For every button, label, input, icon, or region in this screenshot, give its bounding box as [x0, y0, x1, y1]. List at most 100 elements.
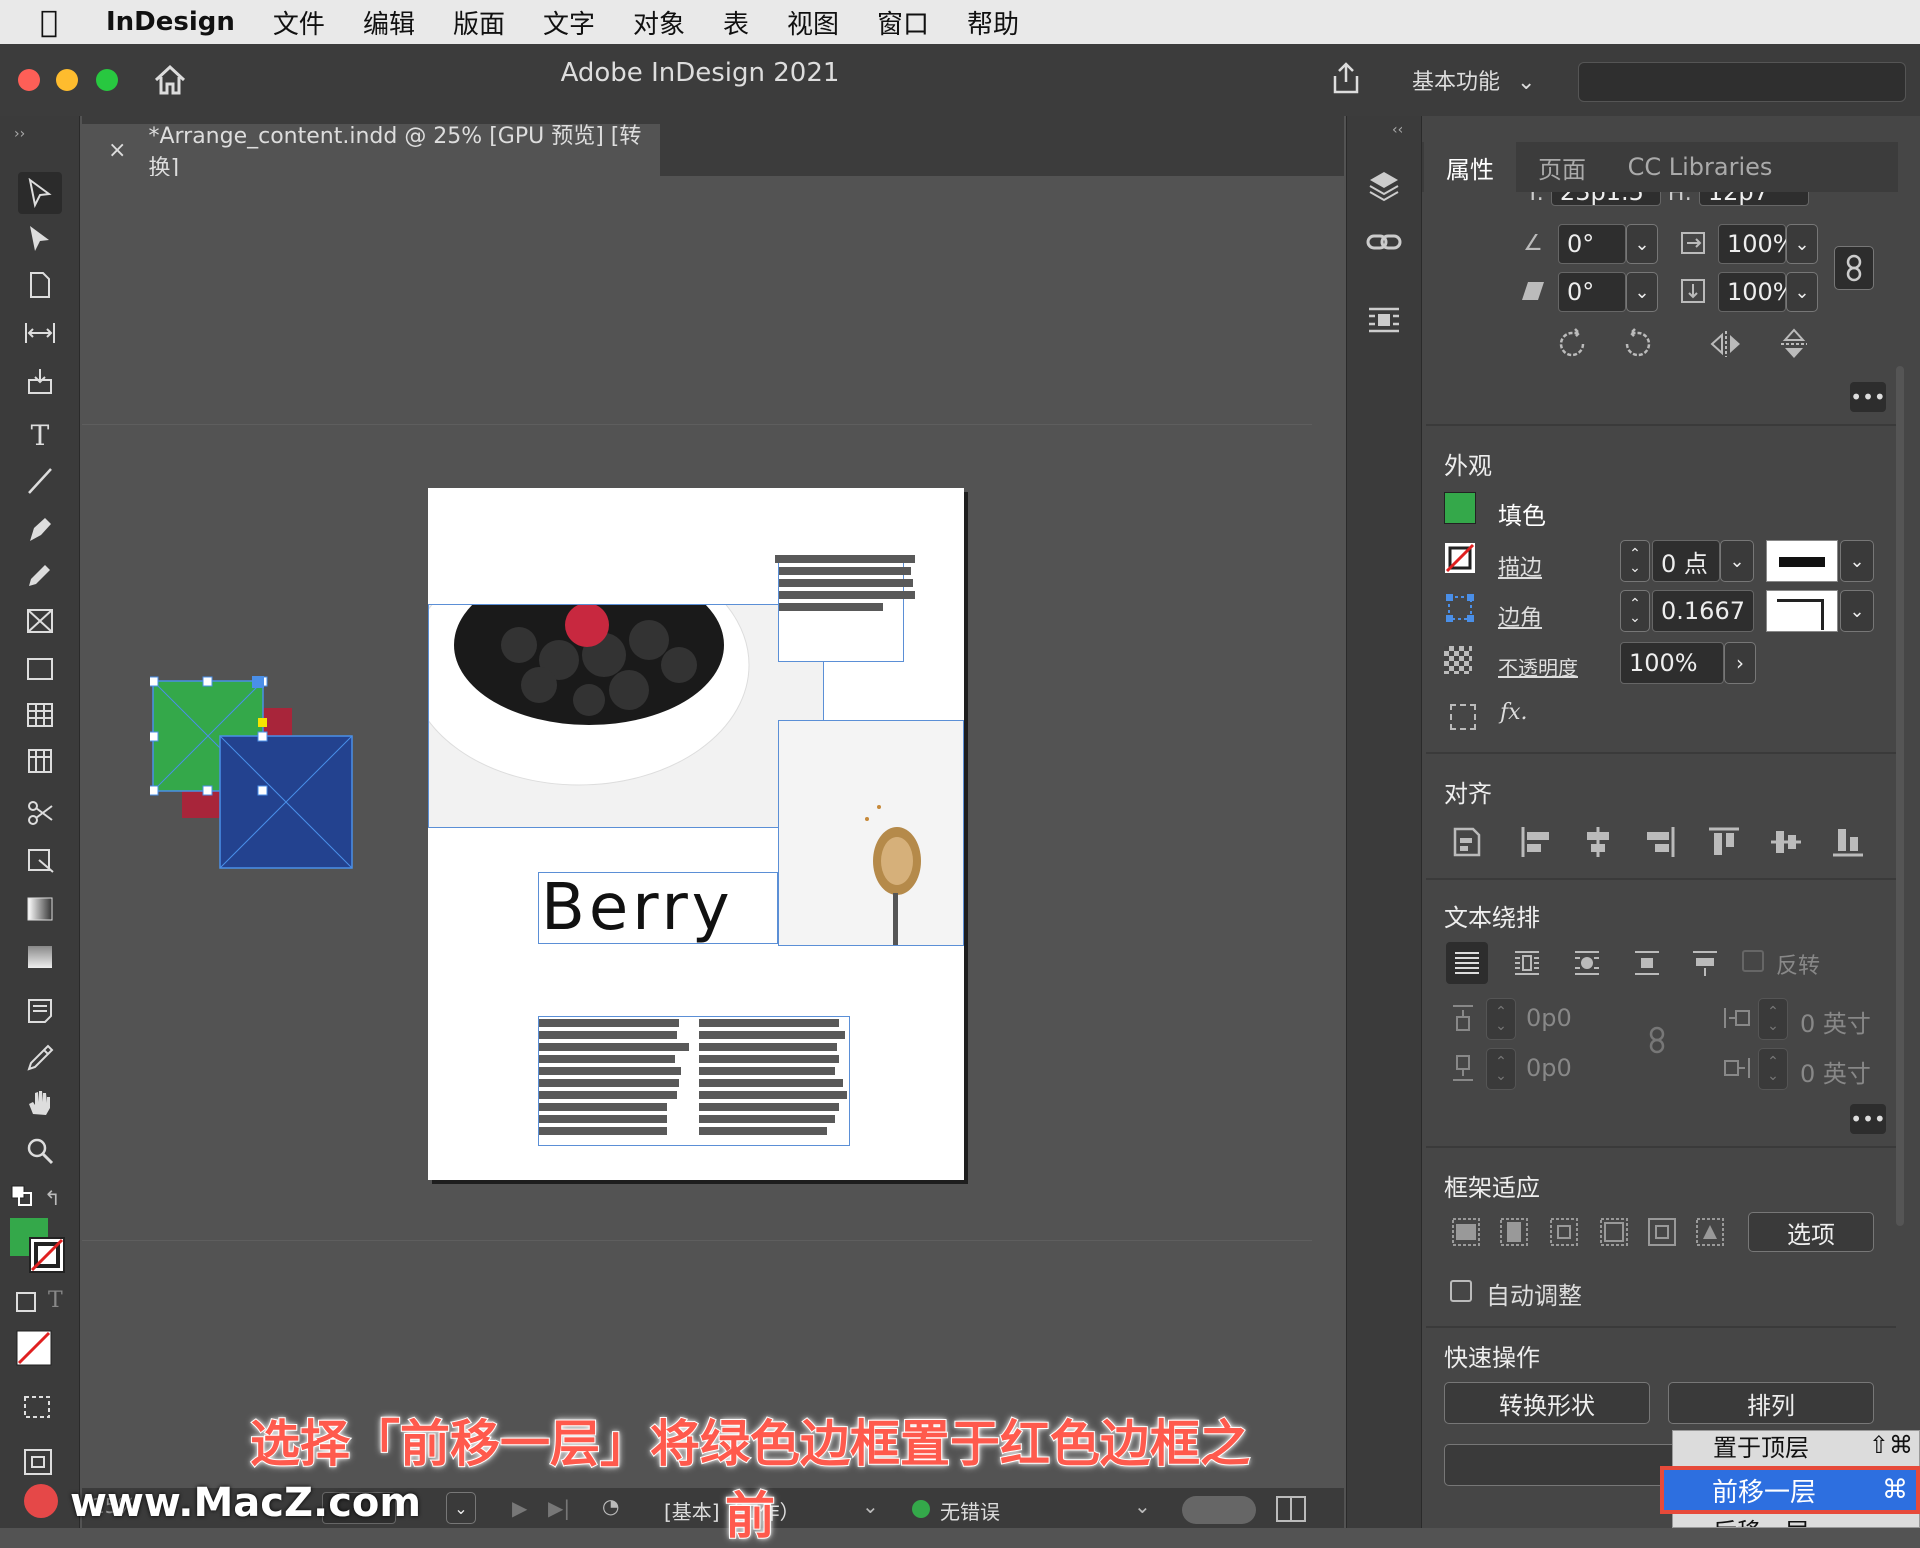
shear-angle-dropdown[interactable]: ⌄ [1626, 272, 1658, 312]
page-tool-icon[interactable] [18, 264, 62, 306]
scale-x-dropdown[interactable]: ⌄ [1786, 224, 1818, 264]
gap-tool-icon[interactable] [18, 312, 62, 354]
swap-colors-icon[interactable]: ↰ [44, 1186, 61, 1210]
fill-frame-proportionally-icon[interactable] [1448, 1214, 1484, 1250]
corner-shape-swatch[interactable] [1766, 590, 1838, 632]
fit-content-proportionally-icon[interactable] [1496, 1214, 1532, 1250]
jump-object-icon[interactable] [1626, 942, 1668, 984]
menu-layout[interactable]: 版面 [453, 4, 505, 41]
zoom-tool-icon[interactable] [18, 1130, 62, 1172]
screen-mode-icon[interactable] [22, 1394, 54, 1422]
fit-content-to-frame-icon[interactable] [1596, 1214, 1632, 1250]
rotate-counterclockwise-icon[interactable] [1618, 324, 1658, 364]
minimize-window-button[interactable] [56, 69, 78, 91]
pen-tool-icon[interactable] [18, 508, 62, 550]
fit-frame-to-content-icon[interactable] [1546, 1214, 1582, 1250]
formatting-text-icon[interactable]: T [48, 1288, 63, 1313]
gradient-swatch-tool-icon[interactable] [18, 888, 62, 930]
menu-file[interactable]: 文件 [273, 4, 325, 41]
opacity-expand-icon[interactable]: › [1724, 642, 1756, 684]
left-offset-stepper[interactable]: ⌃ ⌄ [1758, 998, 1788, 1040]
eyedropper-tool-icon[interactable] [18, 1036, 62, 1078]
corner-options-icon[interactable] [1444, 592, 1476, 624]
wrap-bounding-box-icon[interactable] [1506, 942, 1548, 984]
formatting-container-icon[interactable] [16, 1292, 36, 1312]
link-offsets-icon[interactable] [1642, 1020, 1672, 1060]
zoom-window-button[interactable] [96, 69, 118, 91]
menu-edit[interactable]: 编辑 [363, 4, 415, 41]
align-vertical-center-icon[interactable] [1764, 820, 1808, 864]
free-transform-tool-icon[interactable] [18, 840, 62, 882]
menu-help[interactable]: 帮助 [967, 4, 1019, 41]
transform-more-button[interactable]: ••• [1850, 382, 1886, 412]
document-page[interactable]: Berry L [428, 488, 964, 1180]
default-colors-icon[interactable] [10, 1184, 34, 1208]
menu-item-bring-forward[interactable]: 前移一层 ⌘ [1660, 1466, 1920, 1514]
berry-image-frame[interactable] [428, 604, 824, 828]
top-offset-field[interactable]: 0p0 [1526, 1004, 1572, 1032]
stroke-none-icon[interactable] [1444, 542, 1476, 574]
stroke-label[interactable]: 描边 [1498, 550, 1542, 582]
home-icon[interactable] [152, 62, 188, 98]
stroke-weight-dropdown[interactable]: ⌄ [1720, 540, 1754, 582]
auto-fit-checkbox[interactable] [1450, 1280, 1472, 1302]
bottom-offset-stepper[interactable]: ⌃ ⌄ [1486, 1048, 1516, 1090]
menu-type[interactable]: 文字 [543, 4, 595, 41]
jump-to-next-column-icon[interactable] [1684, 942, 1726, 984]
center-content-icon[interactable] [1644, 1214, 1680, 1250]
align-left-icon[interactable] [1514, 820, 1558, 864]
opacity-label[interactable]: 不透明度 [1498, 652, 1578, 681]
apply-none-icon[interactable] [14, 1328, 54, 1368]
hand-tool-icon[interactable] [18, 1082, 62, 1124]
menu-app-name[interactable]: InDesign [106, 7, 235, 37]
shape-group[interactable] [148, 676, 360, 876]
type-tool-icon[interactable]: T [18, 414, 62, 456]
tab-pages[interactable]: 页面 [1516, 142, 1608, 192]
height-field[interactable]: 12p7 [1698, 192, 1809, 206]
workspace-switcher[interactable]: 基本功能 ⌄ [1412, 64, 1535, 96]
grid-tool-icon[interactable] [18, 740, 62, 782]
rotate-angle-field[interactable]: 0° [1558, 224, 1626, 264]
stroke-weight-field[interactable]: 0 点 [1652, 540, 1720, 582]
document-tab[interactable]: × *Arrange_content.indd @ 25% [GPU 预览] [… [82, 124, 660, 181]
opacity-field[interactable]: 100% [1620, 642, 1724, 684]
corner-label[interactable]: 边角 [1498, 600, 1542, 632]
align-to-selection-icon[interactable] [1448, 820, 1492, 864]
wrap-object-shape-icon[interactable] [1566, 942, 1608, 984]
top-offset-stepper[interactable]: ⌃ ⌄ [1486, 998, 1516, 1040]
table-tool-icon[interactable] [18, 694, 62, 736]
menu-object[interactable]: 对象 [633, 4, 685, 41]
stroke-none-swatch[interactable] [28, 1236, 66, 1274]
stroke-type-dropdown[interactable]: ⌄ [1840, 540, 1874, 582]
no-text-wrap-icon[interactable] [1446, 942, 1488, 984]
fill-color-swatch[interactable] [1444, 492, 1476, 524]
constrain-proportions-icon[interactable] [1834, 246, 1874, 290]
rectangle-frame-tool-icon[interactable] [18, 600, 62, 642]
frame-fitting-options-button[interactable]: 选项 [1748, 1212, 1874, 1252]
pencil-tool-icon[interactable] [18, 554, 62, 596]
collapse-icon[interactable]: ›› [14, 126, 25, 142]
tab-cc-libraries[interactable]: CC Libraries [1608, 142, 1792, 192]
right-offset-stepper[interactable]: ⌃ ⌄ [1758, 1048, 1788, 1090]
direct-selection-tool-icon[interactable] [18, 218, 62, 260]
align-horizontal-center-icon[interactable] [1576, 820, 1620, 864]
align-right-icon[interactable] [1638, 820, 1682, 864]
align-bottom-icon[interactable] [1826, 820, 1870, 864]
text-wrap-panel-icon[interactable] [1362, 300, 1406, 340]
object-effects-icon[interactable] [1450, 704, 1476, 730]
search-input[interactable] [1578, 62, 1906, 102]
scale-y-dropdown[interactable]: ⌄ [1786, 272, 1818, 312]
spoon-image-frame[interactable] [778, 720, 964, 946]
rotate-angle-dropdown[interactable]: ⌄ [1626, 224, 1658, 264]
close-window-button[interactable] [18, 69, 40, 91]
menu-table[interactable]: 表 [723, 4, 749, 41]
corner-shape-dropdown[interactable]: ⌄ [1840, 590, 1874, 632]
view-mode-icon[interactable] [22, 1446, 54, 1478]
scissors-tool-icon[interactable] [18, 792, 62, 834]
flip-vertical-icon[interactable] [1774, 324, 1814, 364]
fx-icon[interactable]: fx. [1500, 700, 1528, 725]
menu-item-bring-to-front[interactable]: 置于顶层 ⇧⌘ [1673, 1431, 1919, 1463]
menu-view[interactable]: 视图 [787, 4, 839, 41]
align-top-icon[interactable] [1702, 820, 1746, 864]
body-text-frame[interactable] [538, 1016, 850, 1146]
